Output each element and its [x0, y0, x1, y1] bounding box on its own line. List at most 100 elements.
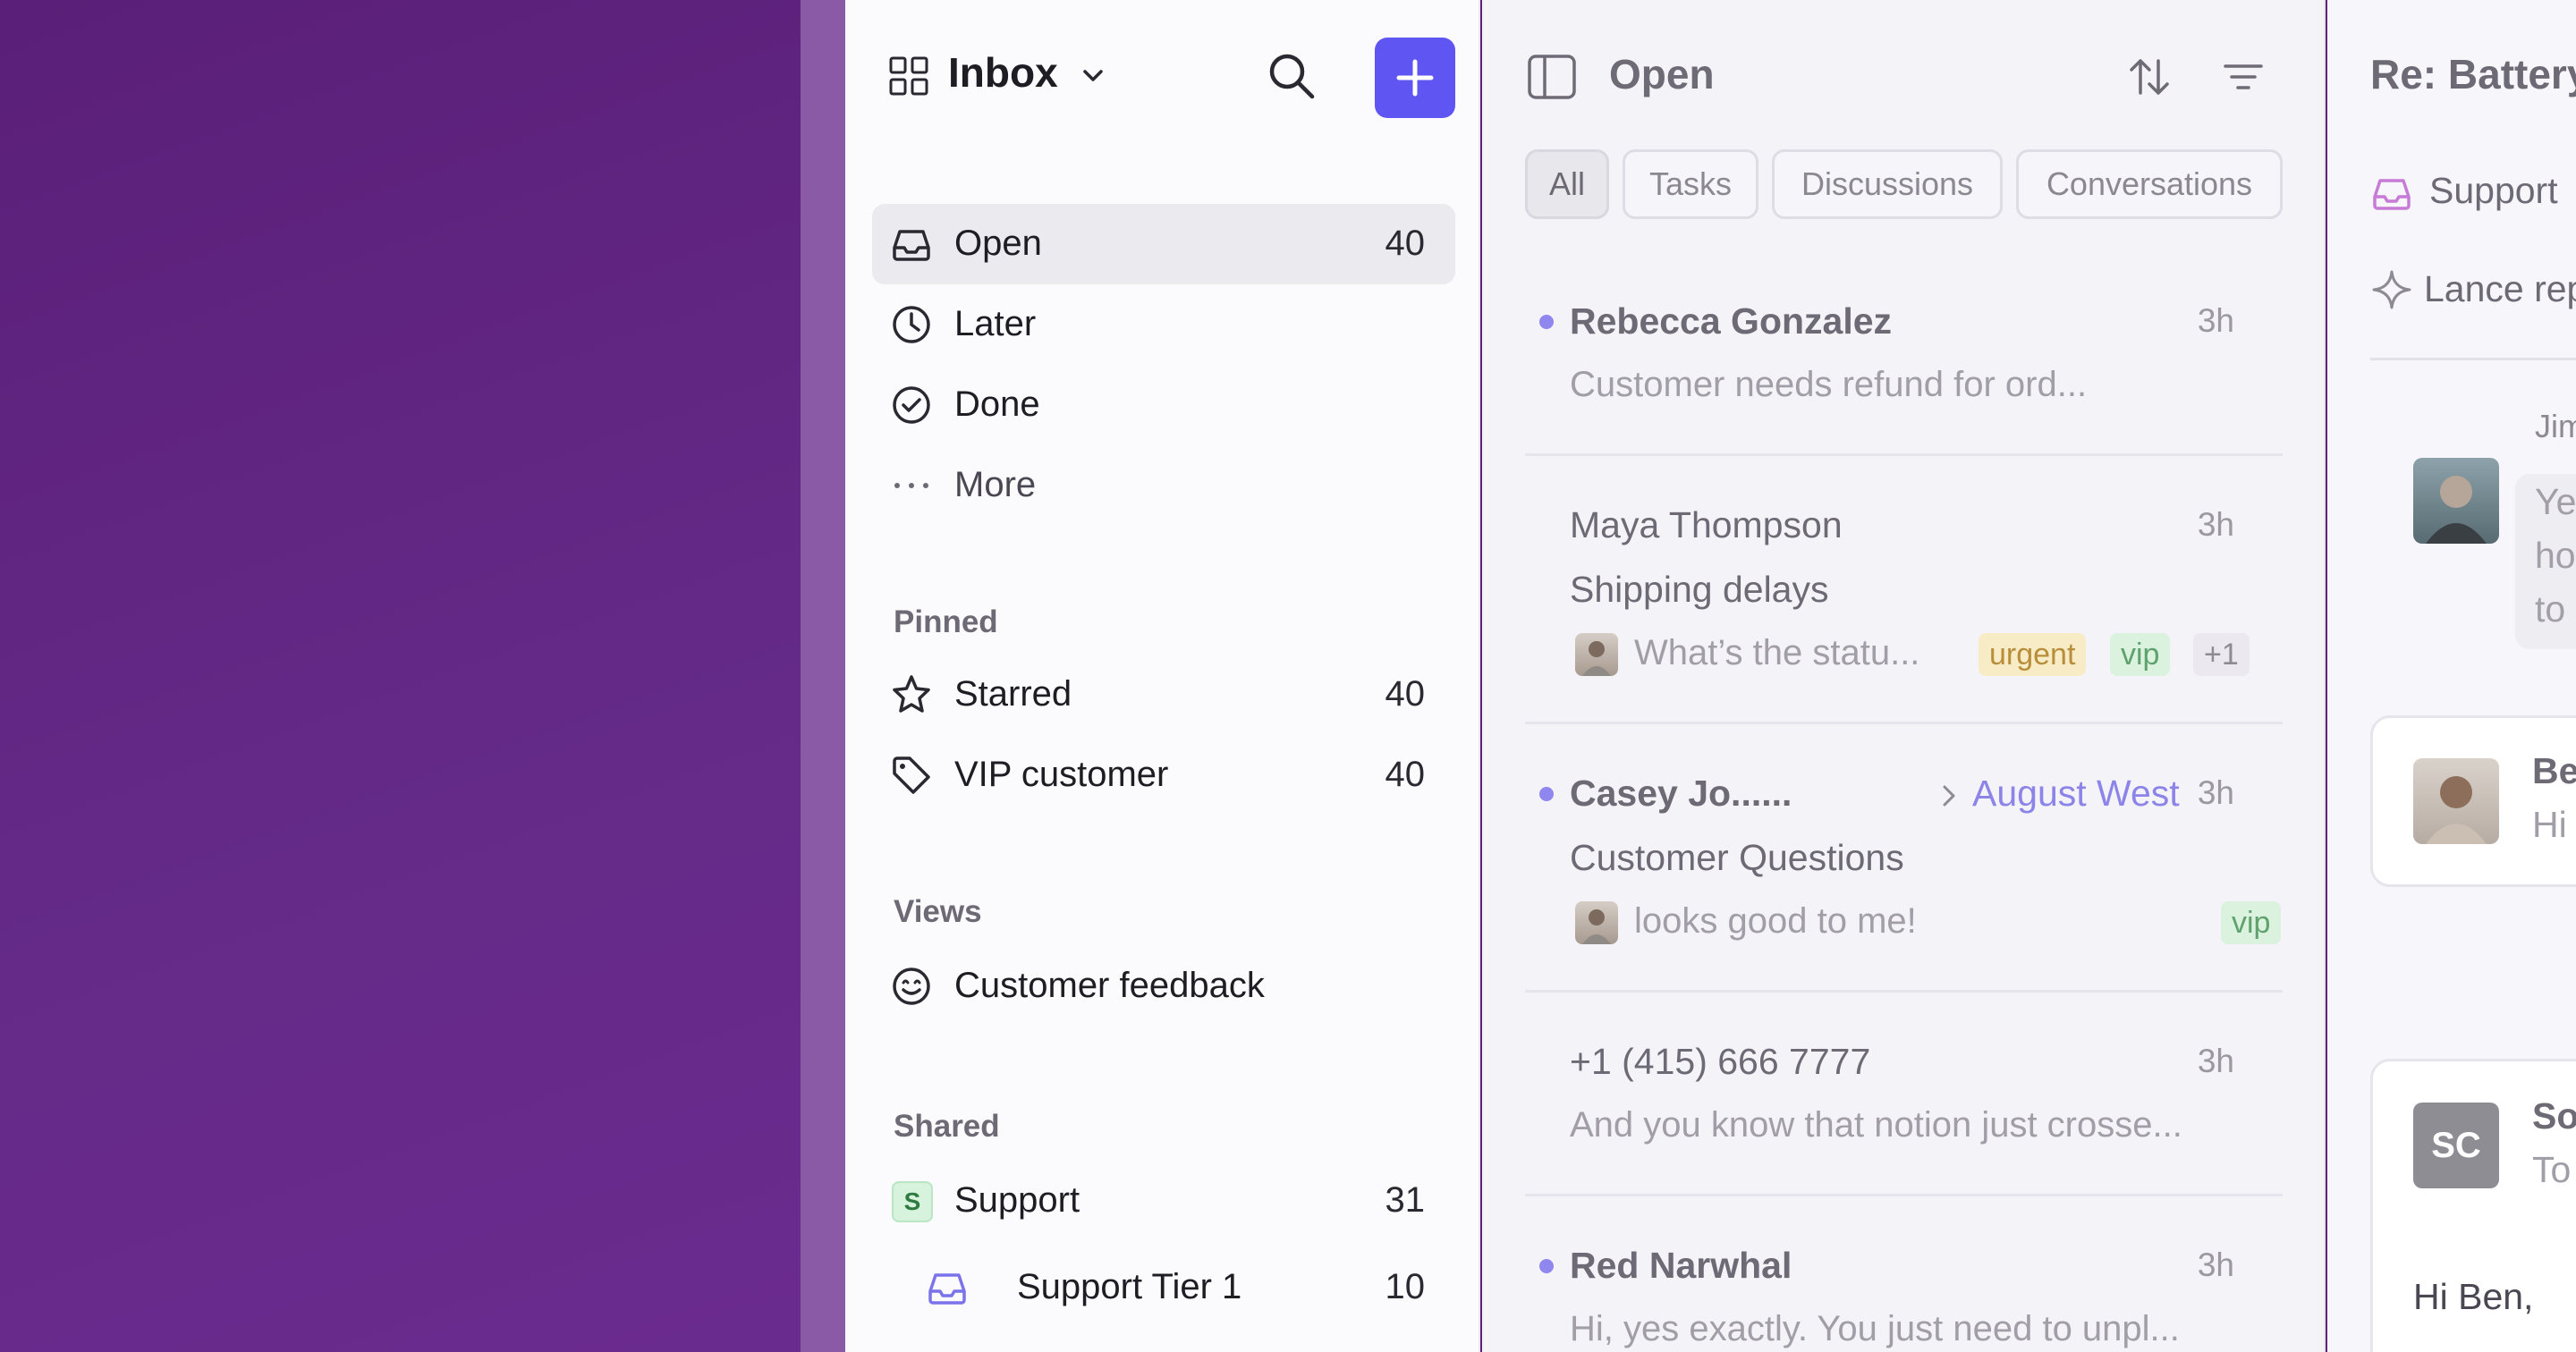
section-title-views: Views: [894, 894, 982, 929]
star-icon: [893, 675, 930, 713]
tag-vip: vip: [2110, 633, 2171, 676]
filter-chip-tasks[interactable]: Tasks: [1623, 149, 1758, 219]
person-icon: [1582, 909, 1611, 944]
conversation-list: Open All Tasks Discussions Conversations…: [1482, 0, 2326, 1352]
nav-label: Support: [954, 1180, 1080, 1220]
check-circle-icon: [893, 386, 930, 424]
nav-count: 40: [1385, 674, 1426, 714]
nav-item-more[interactable]: More: [872, 445, 1455, 526]
conversation-item[interactable]: Maya Thompson 3h Shipping delays What’s …: [1525, 456, 2283, 724]
conversation-item[interactable]: Rebecca Gonzalez 3h Customer needs refun…: [1525, 268, 2283, 456]
filter-chip-all[interactable]: All: [1525, 149, 1609, 219]
conversation-subject: Shipping delays: [1570, 569, 1829, 610]
avatar: [1575, 901, 1618, 944]
team-badge: S: [892, 1181, 933, 1222]
nav-count: 40: [1385, 755, 1426, 794]
person-icon: [1582, 641, 1611, 676]
nav-item-later[interactable]: Later: [872, 284, 1455, 365]
divider: [2370, 358, 2576, 360]
conversation-subject: Customer Questions: [1570, 837, 1904, 878]
nav-item-support[interactable]: S Support 31: [872, 1161, 1455, 1241]
tag-vip: vip: [2221, 901, 2282, 944]
nav-label: More: [954, 465, 1037, 504]
filter-chip-conversations[interactable]: Conversations: [2016, 149, 2283, 219]
conversation-name: Casey Jo......: [1570, 773, 1792, 814]
nav-item-open[interactable]: Open 40: [872, 204, 1455, 284]
nav-item-vip-customer[interactable]: VIP customer 40: [872, 735, 1455, 815]
search-icon[interactable]: [1266, 50, 1318, 102]
more-dots-icon: [894, 483, 928, 488]
inbox-title[interactable]: Inbox: [948, 48, 1058, 97]
nav-item-customer-feedback[interactable]: Customer feedback: [872, 946, 1455, 1027]
apps-grid-icon[interactable]: [888, 55, 929, 97]
list-title: Open: [1609, 51, 1715, 97]
card-author: Be: [2532, 750, 2576, 791]
chevron-right-icon: [1943, 785, 1955, 807]
email-body: Hi Ben,: [2413, 1276, 2534, 1317]
inbox-tray-icon: [893, 230, 930, 261]
conversation-item[interactable]: Red Narwhal 3h Hi, yes exactly. You just…: [1525, 1196, 2283, 1352]
conversation-preview: looks good to me!: [1634, 901, 1917, 941]
conversation-detail: Re: Battery Support Lance rep Jim Ye ho …: [2327, 0, 2576, 1352]
sidebar-toggle-icon[interactable]: [1527, 54, 1577, 100]
inbox-tray-icon: [2373, 179, 2411, 210]
section-title-pinned: Pinned: [894, 604, 998, 639]
email-card[interactable]: SC So To Hi Ben,: [2370, 1059, 2576, 1352]
conversation-preview: Customer needs refund for ord...: [1570, 365, 2088, 404]
conversation-time: 3h: [2197, 774, 2234, 811]
message-card[interactable]: Be Hi: [2370, 715, 2576, 887]
detail-team[interactable]: Support: [2429, 170, 2558, 212]
compose-button[interactable]: [1375, 38, 1455, 118]
message-line: ho: [2535, 535, 2576, 576]
email-recipient: To: [2532, 1149, 2572, 1190]
nav-item-starred[interactable]: Starred 40: [872, 655, 1455, 735]
avatar: SC: [2413, 1103, 2499, 1188]
clock-icon: [893, 306, 930, 343]
conversation-name: Maya Thompson: [1570, 504, 1843, 545]
nav-count: 40: [1385, 224, 1426, 263]
chevron-down-icon[interactable]: [1080, 63, 1106, 89]
message-line: to: [2535, 588, 2566, 630]
conversation-name: Red Narwhal: [1570, 1245, 1792, 1286]
sort-icon[interactable]: [2126, 54, 2173, 100]
conversation-preview: And you know that notion just crosse...: [1570, 1105, 2182, 1145]
detail-title: Re: Battery: [2370, 51, 2576, 97]
nav-label: Done: [954, 384, 1040, 424]
conversation-assignee[interactable]: August West: [1972, 773, 2180, 815]
filter-icon[interactable]: [2220, 54, 2267, 100]
person-icon: [2426, 776, 2487, 844]
nav-label: Later: [954, 304, 1037, 343]
message-line: Ye: [2535, 481, 2576, 522]
avatar: [2413, 458, 2499, 544]
avatar: [1575, 633, 1618, 676]
conversation-time: 3h: [2197, 1246, 2234, 1283]
conversation-name: Rebecca Gonzalez: [1570, 300, 1893, 342]
filter-chip-discussions[interactable]: Discussions: [1772, 149, 2003, 219]
unread-dot: [1539, 1259, 1554, 1273]
nav-label: Open: [954, 224, 1042, 263]
tag-more: +1: [2193, 633, 2250, 676]
conversation-time: 3h: [2197, 506, 2234, 543]
nav-count: 31: [1385, 1180, 1426, 1220]
nav-item-support-tier-1[interactable]: Support Tier 1 10: [872, 1247, 1455, 1328]
email-author: So: [2532, 1095, 2576, 1137]
desktop-background: [0, 0, 801, 1352]
nav-label: Support Tier 1: [1017, 1267, 1242, 1306]
nav-count: 10: [1385, 1267, 1426, 1306]
conversation-item[interactable]: Casey Jo...... August West 3h Customer Q…: [1525, 724, 2283, 993]
person-icon: [2426, 476, 2487, 544]
detail-ai-summary: Lance rep: [2424, 268, 2576, 309]
conversation-preview: What’s the statu...: [1634, 633, 1920, 672]
conversation-name: +1 (415) 666 7777: [1570, 1041, 1871, 1082]
conversation-time: 3h: [2197, 1043, 2234, 1079]
smiley-icon: [893, 968, 930, 1005]
nav-label: VIP customer: [954, 755, 1169, 794]
sparkle-icon: [2372, 270, 2411, 309]
tag-icon: [893, 756, 930, 794]
inbox-tray-icon: [928, 1273, 966, 1305]
message-author: Jim: [2535, 408, 2576, 444]
conversation-time: 3h: [2197, 302, 2234, 339]
section-title-shared: Shared: [894, 1109, 1000, 1144]
nav-item-done[interactable]: Done: [872, 365, 1455, 445]
conversation-item[interactable]: +1 (415) 666 7777 3h And you know that n…: [1525, 993, 2283, 1196]
